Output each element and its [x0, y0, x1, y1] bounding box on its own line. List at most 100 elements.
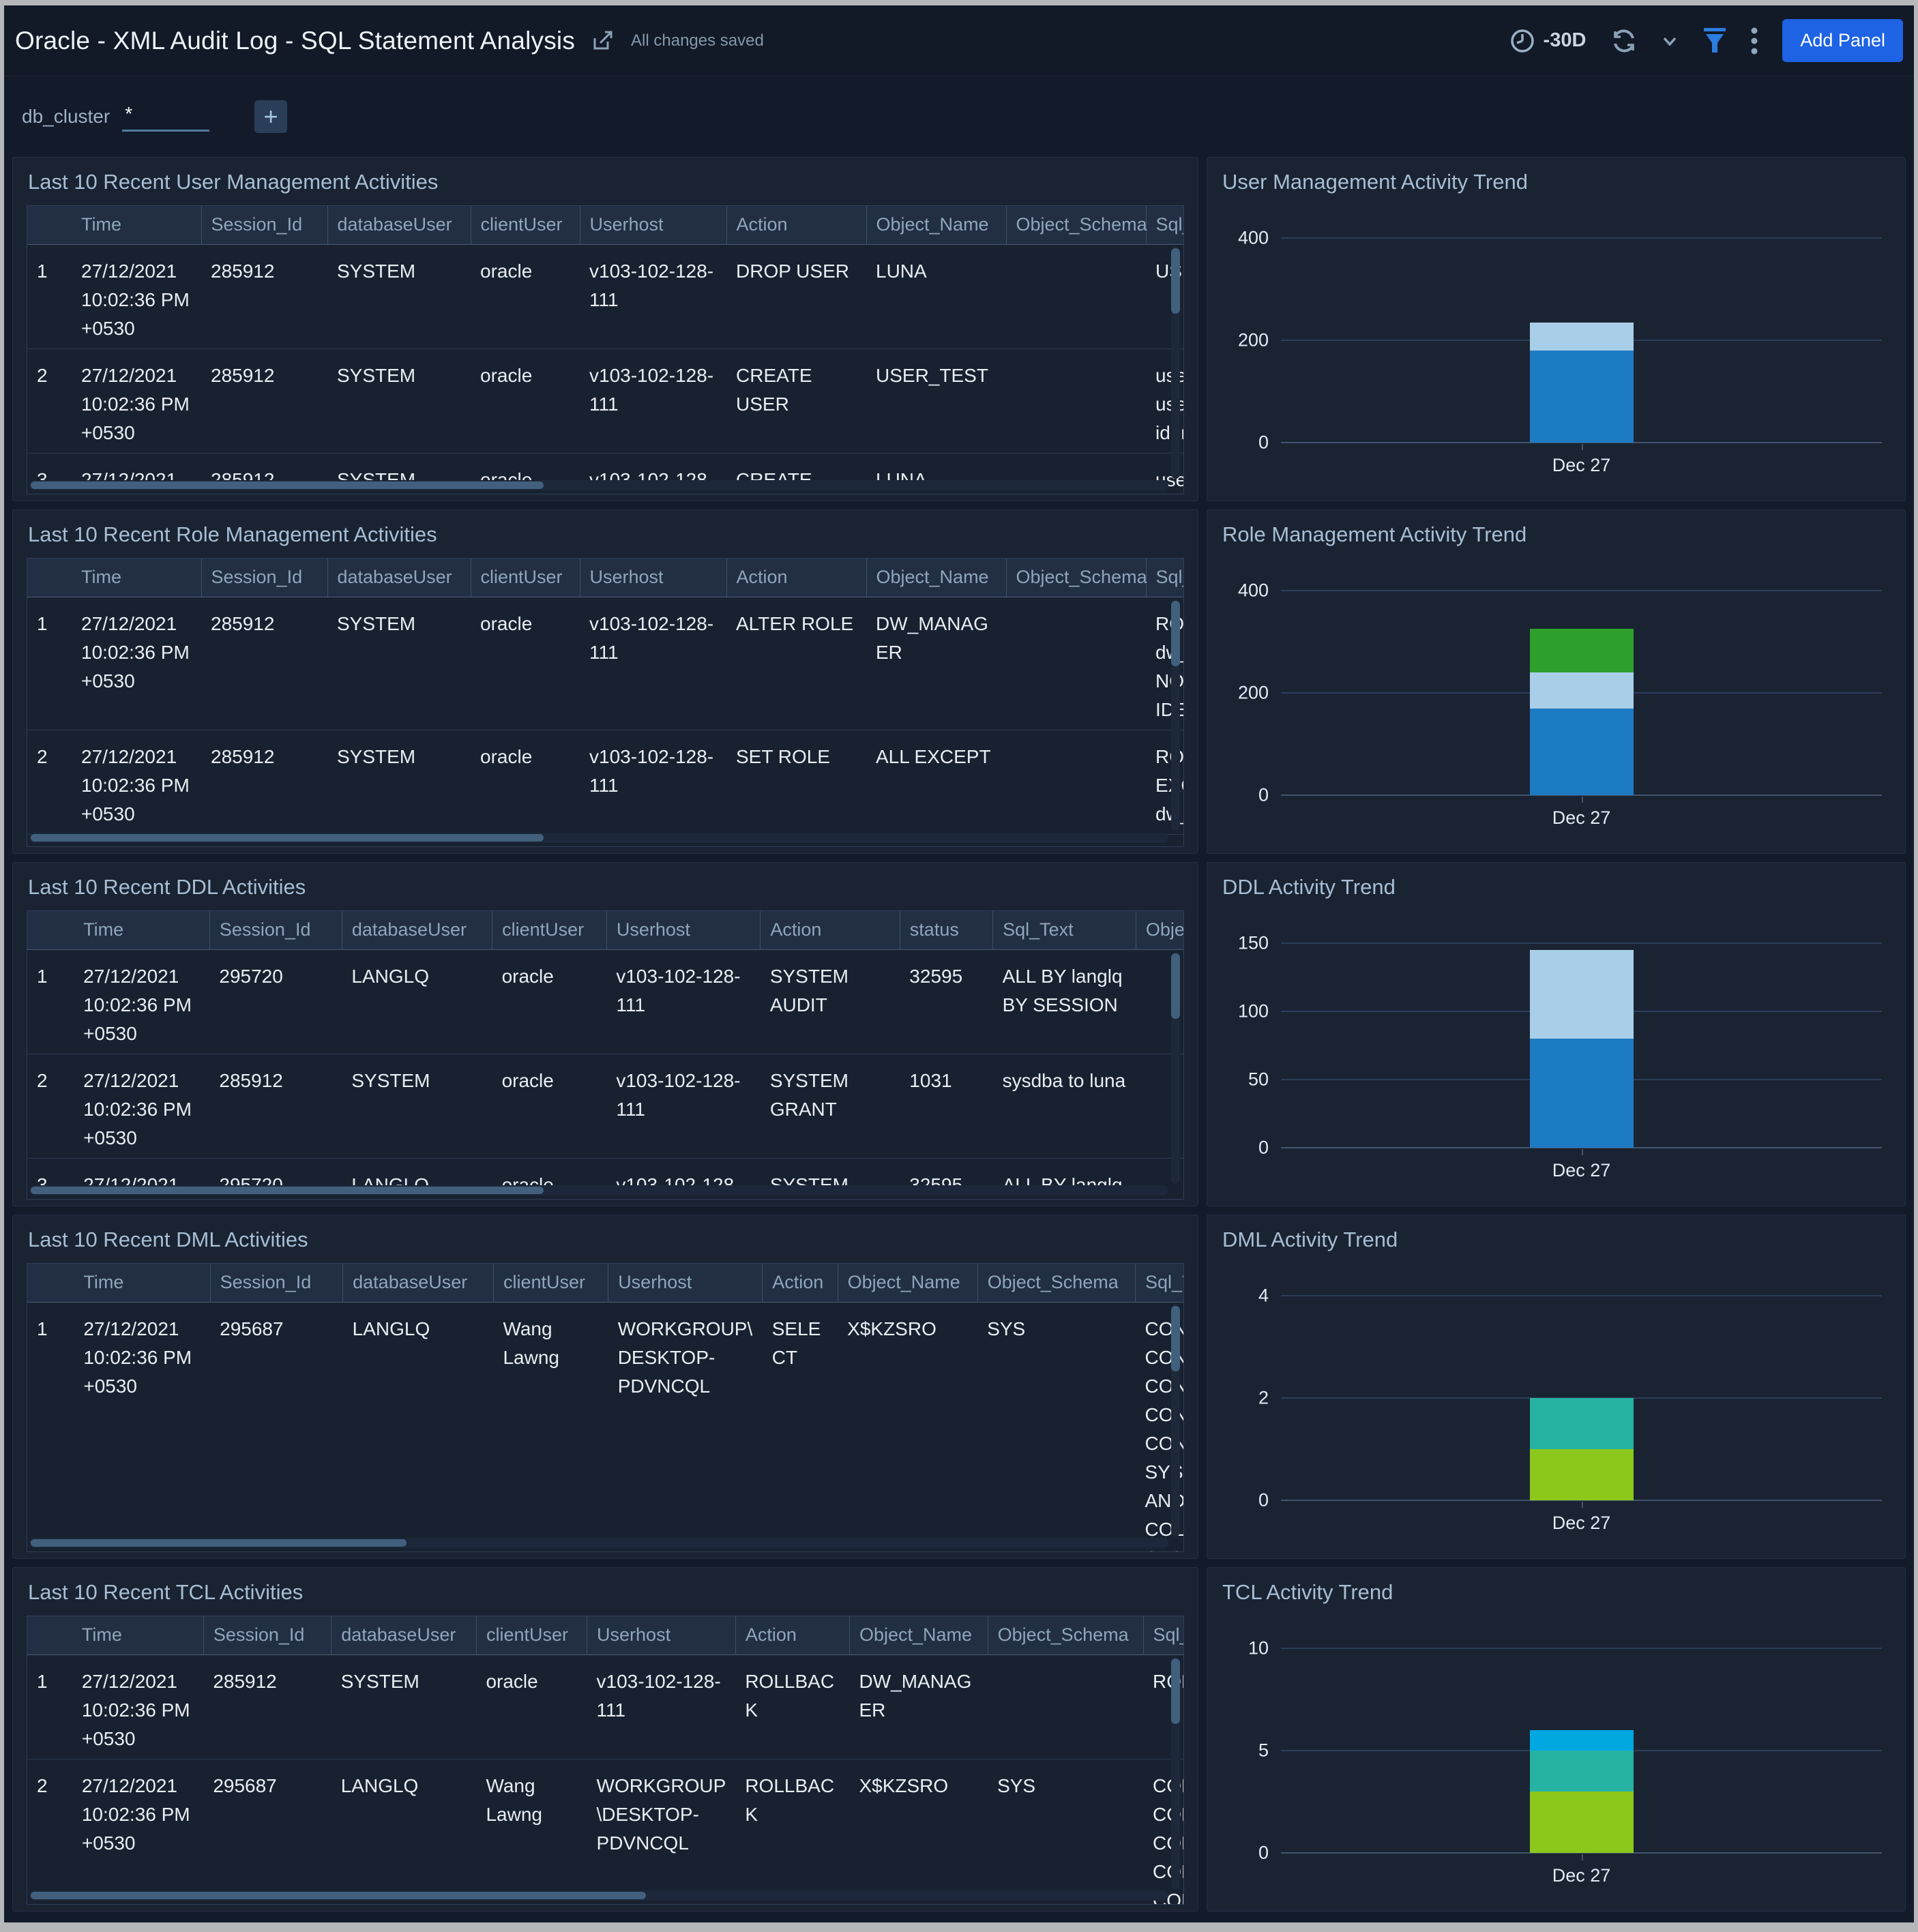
- table-row: 227/12/2021 10:02:36 PM +0530285912SYSTE…: [27, 1054, 1184, 1158]
- plot-area: 0200400Dec 27: [1281, 238, 1882, 443]
- y-tick-label: 0: [1224, 785, 1269, 806]
- time-range-value[interactable]: -30D: [1544, 29, 1587, 52]
- horizontal-scrollbar[interactable]: [29, 480, 1168, 490]
- db-cluster-filter-input[interactable]: *: [122, 102, 209, 132]
- y-tick-label: 150: [1224, 933, 1269, 954]
- table-cell: SYSTEM GRANT: [761, 1054, 900, 1158]
- more-options-icon[interactable]: [1750, 25, 1759, 57]
- column-header: Object_Schema: [988, 1616, 1143, 1654]
- plot-area: 024Dec 27: [1281, 1296, 1882, 1500]
- table-header-row: TimeSession_IddatabaseUserclientUserUser…: [27, 1264, 1184, 1302]
- table-header-row: TimeSession_IddatabaseUserclientUserUser…: [27, 911, 1184, 949]
- bar-segment[interactable]: [1530, 1792, 1634, 1853]
- table-row: 227/12/2021 10:02:36 PM +0530295687LANGL…: [27, 1759, 1184, 1905]
- bar-segment[interactable]: [1530, 1449, 1634, 1500]
- table-cell: oracle: [471, 730, 580, 834]
- y-tick-label: 4: [1224, 1285, 1269, 1307]
- row-index: 1: [27, 244, 72, 348]
- add-panel-button[interactable]: Add Panel: [1782, 19, 1903, 62]
- filter-icon[interactable]: [1700, 25, 1729, 57]
- x-tick-label: Dec 27: [1552, 1513, 1611, 1534]
- table-cell: Wang Lawng: [476, 1759, 587, 1905]
- dashboard: Oracle - XML Audit Log - SQL Statement A…: [4, 5, 1914, 1922]
- table-cell: DW_MANAGER: [849, 1654, 988, 1759]
- add-filter-button[interactable]: +: [254, 100, 287, 133]
- bar-segment[interactable]: [1530, 629, 1634, 672]
- table-cell: [988, 1654, 1143, 1759]
- panel-user-mgmt-chart: User Management Activity Trend 0200400De…: [1207, 157, 1906, 501]
- table-cell: SYSTEM: [331, 1654, 477, 1759]
- chevron-down-icon[interactable]: [1659, 31, 1680, 51]
- table-cell: ROLLBACK: [735, 1759, 849, 1905]
- bar-segment[interactable]: [1530, 323, 1634, 351]
- column-header: Action: [761, 911, 900, 949]
- table-cell: LANGLQ: [343, 1302, 494, 1552]
- panel-title: User Management Activity Trend: [1222, 170, 1891, 194]
- bar-segment[interactable]: [1530, 709, 1634, 796]
- table-cell: LANGLQ: [342, 949, 492, 1054]
- user-mgmt-table: TimeSession_IddatabaseUserclientUserUser…: [27, 205, 1184, 494]
- plot-area: 050100150Dec 27: [1281, 943, 1882, 1148]
- bar-segment[interactable]: [1530, 351, 1634, 443]
- table-cell: 285912: [201, 348, 327, 453]
- bar-segment[interactable]: [1530, 1039, 1634, 1148]
- horizontal-scrollbar[interactable]: [29, 833, 1168, 843]
- table-cell: CREATE USER: [726, 348, 866, 453]
- panel-title: DDL Activity Trend: [1222, 875, 1891, 900]
- bar-segment[interactable]: [1530, 1751, 1634, 1792]
- column-header: Session_Id: [210, 1264, 343, 1302]
- tcl-table: TimeSession_IddatabaseUserclientUserUser…: [27, 1616, 1184, 1905]
- column-header: Object_Name: [1136, 911, 1184, 949]
- column-header: Object_Name: [866, 206, 1006, 244]
- table-cell: X$KZSRO: [849, 1759, 988, 1905]
- stacked-bar: [1530, 1648, 1634, 1853]
- column-header: Action: [763, 1264, 838, 1302]
- bar-segment[interactable]: [1530, 950, 1634, 1039]
- vertical-scrollbar[interactable]: [1171, 952, 1180, 1184]
- time-range-control[interactable]: -30D: [1508, 27, 1587, 55]
- column-header: databaseUser: [327, 206, 471, 244]
- table-cell: 285912: [201, 730, 327, 834]
- bar-segment[interactable]: [1530, 1730, 1634, 1751]
- table-cell: ROLLBACK: [735, 1654, 849, 1759]
- vertical-scrollbar[interactable]: [1171, 1657, 1180, 1889]
- table-cell: oracle: [476, 1654, 587, 1759]
- table-cell: 27/12/2021 10:02:36 PM +0530: [72, 730, 201, 834]
- column-header: Object_Schema: [1006, 206, 1146, 244]
- table-cell: sysdba to luna: [993, 1054, 1136, 1158]
- share-icon[interactable]: [587, 27, 616, 55]
- panel-tcl-chart: TCL Activity Trend 0510Dec 27: [1207, 1567, 1906, 1912]
- column-header: Object_Name: [849, 1616, 988, 1654]
- refresh-icon[interactable]: [1609, 26, 1639, 56]
- column-header: [27, 1616, 72, 1654]
- vertical-scrollbar[interactable]: [1171, 1305, 1180, 1536]
- column-header: Object_Schema: [977, 1264, 1135, 1302]
- table-cell: oracle: [471, 244, 580, 348]
- table-cell: 285912: [201, 244, 327, 348]
- column-header: clientUser: [471, 559, 580, 597]
- row-index: 2: [27, 348, 72, 453]
- table-cell: v103-102-128-111: [606, 949, 760, 1054]
- main-grid: Last 10 Recent User Management Activitie…: [4, 157, 1914, 1922]
- y-tick-label: 200: [1224, 330, 1269, 351]
- horizontal-scrollbar[interactable]: [29, 1185, 1168, 1195]
- bar-segment[interactable]: [1530, 672, 1634, 709]
- column-header: databaseUser: [331, 1616, 477, 1654]
- vertical-scrollbar[interactable]: [1171, 599, 1180, 831]
- y-tick-label: 2: [1224, 1388, 1269, 1409]
- table-cell: v103-102-128-111: [587, 1654, 736, 1759]
- panel-ddl-chart: DDL Activity Trend 050100150Dec 27: [1207, 862, 1906, 1206]
- y-tick-label: 400: [1224, 228, 1269, 249]
- column-header: Time: [74, 911, 209, 949]
- column-header: clientUser: [471, 206, 580, 244]
- horizontal-scrollbar[interactable]: [29, 1538, 1168, 1548]
- column-header: Userhost: [580, 559, 726, 597]
- y-tick-label: 0: [1224, 1843, 1269, 1864]
- vertical-scrollbar[interactable]: [1171, 247, 1180, 479]
- table-cell: SYSTEM: [327, 244, 471, 348]
- table-cell: SET ROLE: [726, 730, 866, 834]
- panel-role-mgmt-table: Last 10 Recent Role Management Activitie…: [12, 509, 1198, 854]
- bar-segment[interactable]: [1530, 1398, 1634, 1449]
- x-tick-label: Dec 27: [1552, 1865, 1611, 1886]
- horizontal-scrollbar[interactable]: [29, 1890, 1168, 1901]
